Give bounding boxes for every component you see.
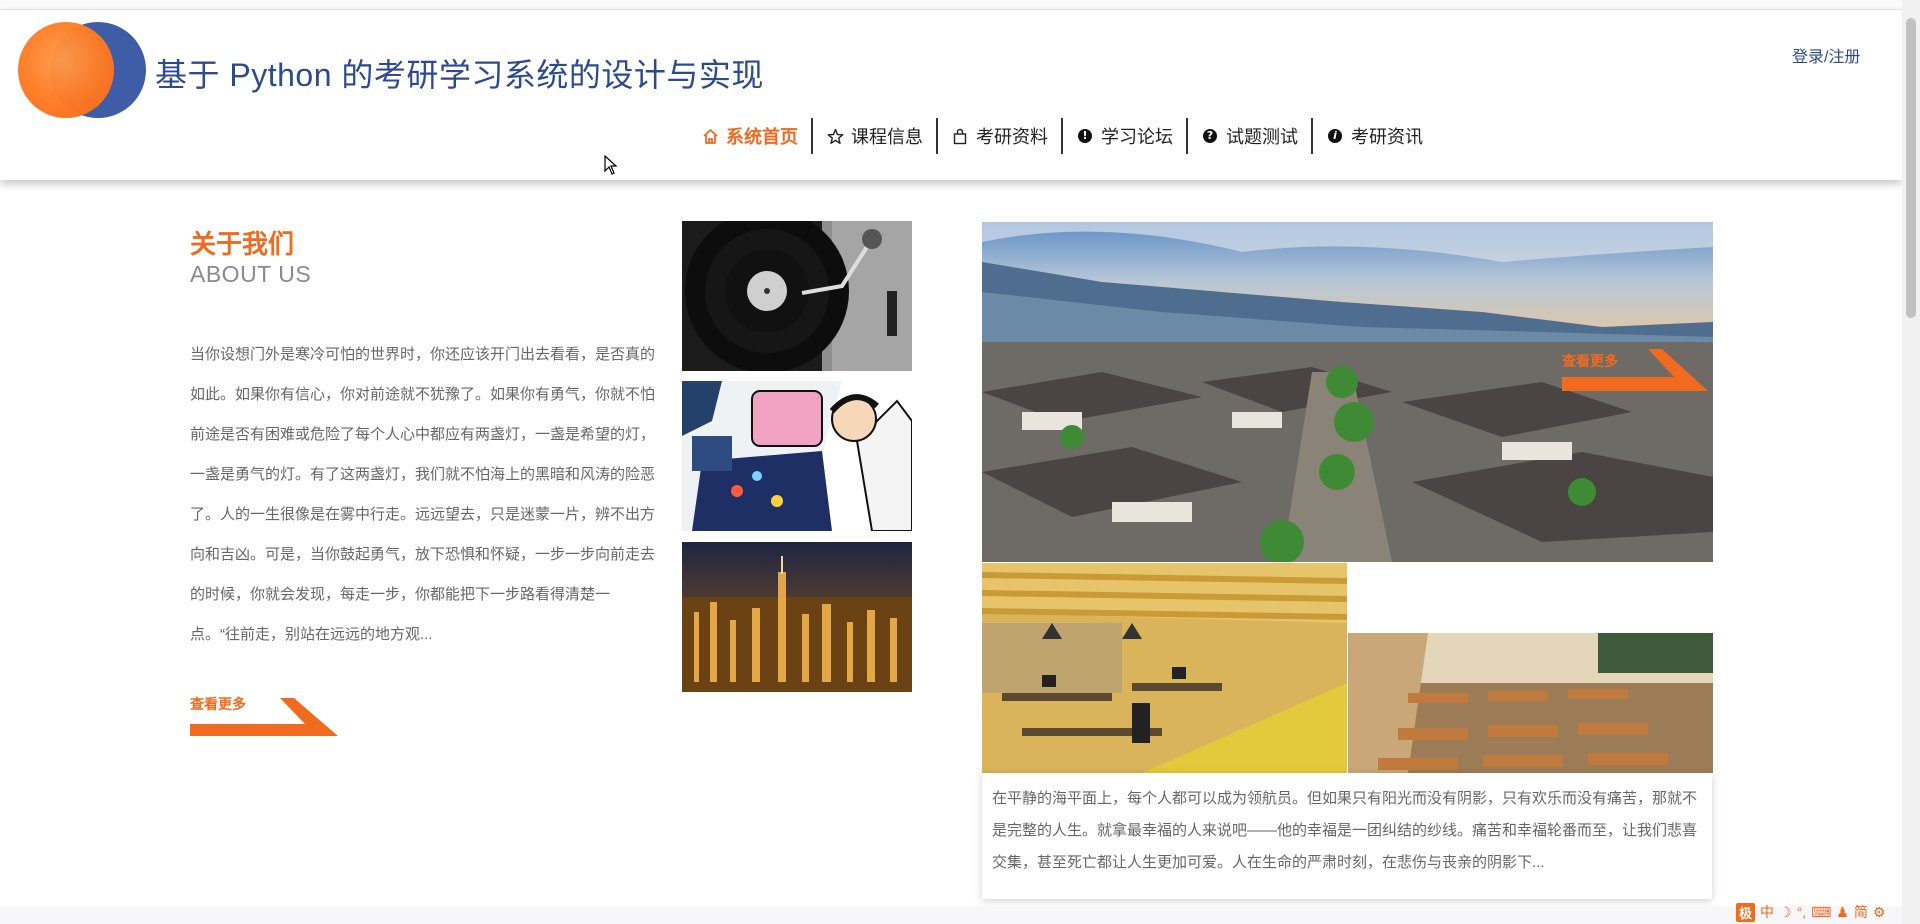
- login-register-link[interactable]: 登录/注册: [1792, 43, 1860, 67]
- info-icon: i: [1326, 127, 1344, 145]
- user-icon[interactable]: ♟: [1836, 904, 1849, 921]
- about-subtitle: ABOUT US: [190, 261, 312, 287]
- nav-item-courses[interactable]: 课程信息: [813, 119, 936, 153]
- star-icon: [826, 127, 844, 145]
- logo-orange-circle: [18, 22, 114, 118]
- cartoon-scientist-image[interactable]: [682, 381, 912, 531]
- question-icon: ?: [1201, 127, 1219, 145]
- home-icon: [701, 127, 719, 145]
- ime-mode[interactable]: 中: [1760, 902, 1774, 922]
- scrollbar-thumb[interactable]: [1906, 18, 1916, 318]
- classroom-photo[interactable]: [1348, 633, 1713, 773]
- nav-item-label: 学习论坛: [1101, 127, 1173, 147]
- about-more-button[interactable]: 查看更多: [190, 694, 340, 738]
- nav-item-forum[interactable]: ! 学习论坛: [1063, 119, 1186, 153]
- nav-item-tests[interactable]: ? 试题测试: [1188, 119, 1311, 153]
- bag-icon: [951, 127, 969, 145]
- office-photo[interactable]: [982, 563, 1347, 773]
- gallery-caption-text: 在平静的海平面上，每个人都可以成为领航员。但如果只有阳光而没有阴影，只有欢乐而没…: [992, 790, 1698, 871]
- turntable-image[interactable]: [682, 221, 912, 371]
- mouse-cursor-icon: [604, 155, 618, 175]
- nav-item-label: 试题测试: [1226, 127, 1298, 147]
- more-label: 查看更多: [1562, 353, 1618, 369]
- vertical-scrollbar[interactable]: [1902, 0, 1920, 924]
- keyboard-icon[interactable]: ⌨: [1811, 904, 1831, 921]
- nav-item-label: 课程信息: [851, 127, 923, 147]
- photo-more-button[interactable]: 查看更多: [1562, 347, 1708, 393]
- nav-item-label: 系统首页: [726, 127, 798, 147]
- nav-item-label: 考研资讯: [1351, 127, 1423, 147]
- ime-logo[interactable]: 极: [1736, 902, 1756, 922]
- about-text: 当你设想门外是寒冷可怕的世界时，你还应该开门出去看看，是否真的如此。如果你有信心…: [190, 346, 656, 643]
- moon-icon[interactable]: ☽: [1779, 904, 1792, 921]
- more-label: 查看更多: [190, 696, 246, 712]
- punctuation-icon[interactable]: °,: [1797, 904, 1807, 920]
- nav-item-news[interactable]: i 考研资讯: [1313, 119, 1436, 153]
- exclamation-icon: !: [1076, 127, 1094, 145]
- page-bottom-strip: [0, 906, 1902, 924]
- site-header: 基于 Python 的考研学习系统的设计与实现 登录/注册 系统首页 课程信息 …: [0, 10, 1902, 180]
- about-title: 关于我们: [190, 229, 295, 259]
- nav-item-home[interactable]: 系统首页: [688, 119, 811, 153]
- night-city-image[interactable]: [682, 542, 912, 692]
- nav-item-materials[interactable]: 考研资料: [938, 119, 1061, 153]
- old-town-photo[interactable]: 查看更多: [982, 222, 1713, 562]
- ime-toolbar[interactable]: 极 中 ☽ °, ⌨ ♟ 简 ⚙: [1736, 902, 1885, 922]
- main-nav: 系统首页 课程信息 考研资料 ! 学习论坛 ? 试题测试 i 考研资讯: [688, 115, 1436, 157]
- browser-top-strip: [0, 0, 1920, 10]
- gallery-caption-card: 在平静的海平面上，每个人都可以成为领航员。但如果只有阳光而没有阴影，只有欢乐而没…: [982, 773, 1712, 899]
- site-title: 基于 Python 的考研学习系统的设计与实现: [155, 57, 764, 93]
- gear-icon[interactable]: ⚙: [1873, 904, 1886, 921]
- ime-variant[interactable]: 简: [1854, 902, 1868, 922]
- site-logo[interactable]: [18, 22, 146, 118]
- nav-item-label: 考研资料: [976, 127, 1048, 147]
